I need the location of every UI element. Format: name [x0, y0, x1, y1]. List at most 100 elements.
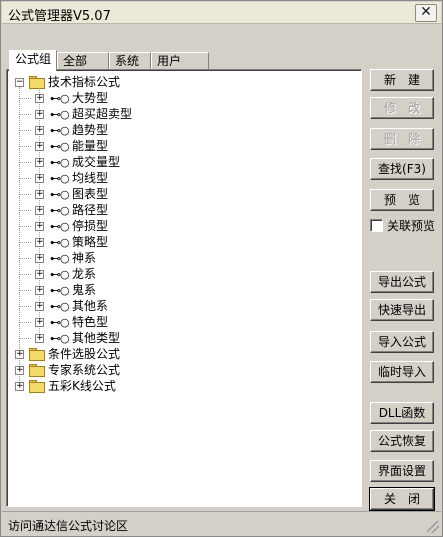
- forum-link[interactable]: 访问通达信公式讨论区: [8, 517, 128, 534]
- tree-node-technical-indicators[interactable]: − 技术指标公式: [15, 74, 215, 90]
- tree-guide-line: [19, 258, 31, 259]
- tab-all[interactable]: 全部: [57, 52, 109, 70]
- tree-node-subcategory[interactable]: + ⊷○ 趋势型: [15, 122, 215, 138]
- formula-key-icon: ⊷○: [50, 316, 70, 329]
- tree-node-label: 停损型: [72, 219, 109, 233]
- import-formula-button[interactable]: 导入公式: [370, 331, 434, 353]
- tree-node-subcategory[interactable]: + ⊷○ 大势型: [15, 90, 215, 106]
- expand-icon[interactable]: +: [35, 270, 44, 279]
- tree-node-label: 其他系: [72, 299, 109, 313]
- tree-guide-line: [19, 146, 31, 147]
- collapse-icon[interactable]: −: [15, 78, 24, 87]
- formula-key-icon: ⊷○: [50, 332, 70, 345]
- tree-guide-line: [19, 130, 31, 131]
- tree-node-label: 龙系: [72, 267, 97, 281]
- checkbox-label: 关联预览: [387, 219, 436, 233]
- tree-node-label: 超买超卖型: [72, 107, 133, 121]
- temp-import-button[interactable]: 临时导入: [370, 361, 434, 383]
- tree-node-subcategory[interactable]: + ⊷○ 鬼系: [15, 282, 215, 298]
- expand-icon[interactable]: +: [35, 318, 44, 327]
- tree-node-label: 成交量型: [72, 155, 121, 169]
- tree-guide-line: [19, 162, 31, 163]
- tree-node-subcategory[interactable]: + ⊷○ 神系: [15, 250, 215, 266]
- dll-function-button[interactable]: DLL函数: [370, 402, 434, 424]
- tree-guide-line: [19, 322, 31, 323]
- window-close-button[interactable]: ✕: [415, 4, 437, 22]
- find-button[interactable]: 查找(F3): [370, 158, 434, 180]
- delete-button[interactable]: 删 除: [370, 128, 434, 150]
- formula-key-icon: ⊷○: [50, 124, 70, 137]
- expand-icon[interactable]: +: [35, 302, 44, 311]
- tree-node-subcategory[interactable]: + ⊷○ 龙系: [15, 266, 215, 282]
- expand-icon[interactable]: +: [35, 110, 44, 119]
- title-bar: 公式管理器V5.07 ✕: [2, 2, 441, 24]
- tree-node-subcategory[interactable]: + ⊷○ 路径型: [15, 202, 215, 218]
- expand-icon[interactable]: +: [35, 126, 44, 135]
- restore-formula-button[interactable]: 公式恢复: [370, 430, 434, 452]
- tree-guide-line: [19, 178, 31, 179]
- tree-node-subcategory[interactable]: + ⊷○ 成交量型: [15, 154, 215, 170]
- tree-node-label: 路径型: [72, 203, 109, 217]
- checkbox-box[interactable]: [370, 219, 383, 232]
- preview-button[interactable]: 预 览: [370, 189, 434, 211]
- expand-icon[interactable]: +: [35, 158, 44, 167]
- expand-icon[interactable]: +: [35, 286, 44, 295]
- tree-node-formula-group[interactable]: + 五彩K线公式: [15, 378, 215, 394]
- tree-guide-line: [19, 210, 31, 211]
- expand-icon[interactable]: +: [15, 366, 24, 375]
- tree-node-subcategory[interactable]: + ⊷○ 均线型: [15, 170, 215, 186]
- formula-tree-panel: − 技术指标公式 + ⊷○ 大势型 + ⊷○ 超买超卖型 + ⊷○ 趋势型 + ⊷○ 能量型 + ⊷○ 成交…: [6, 69, 362, 507]
- expand-icon[interactable]: +: [15, 382, 24, 391]
- tree-node-subcategory[interactable]: + ⊷○ 其他类型: [15, 330, 215, 346]
- expand-icon[interactable]: +: [35, 222, 44, 231]
- status-bar: 访问通达信公式讨论区: [2, 511, 441, 535]
- tree-node-label: 技术指标公式: [48, 75, 121, 89]
- folder-icon: [29, 380, 45, 393]
- close-button[interactable]: 关 闭: [369, 487, 435, 511]
- quick-export-button[interactable]: 快速导出: [370, 299, 434, 321]
- tree-node-subcategory[interactable]: + ⊷○ 策略型: [15, 234, 215, 250]
- resize-grip-icon[interactable]: [427, 521, 439, 533]
- folder-icon: [29, 364, 45, 377]
- formula-key-icon: ⊷○: [50, 300, 70, 313]
- formula-key-icon: ⊷○: [50, 92, 70, 105]
- tree-node-subcategory[interactable]: + ⊷○ 停损型: [15, 218, 215, 234]
- expand-icon[interactable]: +: [35, 94, 44, 103]
- expand-icon[interactable]: +: [35, 254, 44, 263]
- tree-guide-line: [19, 274, 31, 275]
- ui-settings-button[interactable]: 界面设置: [370, 460, 434, 482]
- edit-button[interactable]: 修 改: [370, 97, 434, 119]
- expand-icon[interactable]: +: [35, 142, 44, 151]
- expand-icon[interactable]: +: [35, 206, 44, 215]
- tree-node-subcategory[interactable]: + ⊷○ 超买超卖型: [15, 106, 215, 122]
- tree-node-subcategory[interactable]: + ⊷○ 特色型: [15, 314, 215, 330]
- tree-node-formula-group[interactable]: + 专家系统公式: [15, 362, 215, 378]
- tree-node-label: 特色型: [72, 315, 109, 329]
- formula-key-icon: ⊷○: [50, 236, 70, 249]
- tab-formula-group[interactable]: 公式组: [9, 50, 57, 71]
- expand-icon[interactable]: +: [35, 334, 44, 343]
- tree-node-label: 趋势型: [72, 123, 109, 137]
- tab-system[interactable]: 系统: [109, 52, 151, 70]
- formula-key-icon: ⊷○: [50, 268, 70, 281]
- expand-icon[interactable]: +: [35, 174, 44, 183]
- tree-node-label: 条件选股公式: [48, 347, 121, 361]
- tree-node-subcategory[interactable]: + ⊷○ 其他系: [15, 298, 215, 314]
- new-button[interactable]: 新 建: [370, 69, 434, 91]
- export-formula-button[interactable]: 导出公式: [370, 271, 434, 293]
- tree-node-formula-group[interactable]: + 条件选股公式: [15, 346, 215, 362]
- formula-manager-window: 公式管理器V5.07 ✕ 公式组 全部 系统 用户 − 技术指标公式 + ⊷○ 大势…: [0, 0, 443, 537]
- formula-key-icon: ⊷○: [50, 156, 70, 169]
- tree-node-subcategory[interactable]: + ⊷○ 图表型: [15, 186, 215, 202]
- tree-guide-line: [19, 242, 31, 243]
- folder-icon: [29, 76, 45, 89]
- tree-node-label: 鬼系: [72, 283, 97, 297]
- expand-icon[interactable]: +: [35, 238, 44, 247]
- formula-key-icon: ⊷○: [50, 188, 70, 201]
- tree-guide-line: [19, 114, 31, 115]
- expand-icon[interactable]: +: [15, 350, 24, 359]
- expand-icon[interactable]: +: [35, 190, 44, 199]
- tree-node-subcategory[interactable]: + ⊷○ 能量型: [15, 138, 215, 154]
- tab-user[interactable]: 用户: [151, 52, 209, 70]
- tree-node-label: 大势型: [72, 91, 109, 105]
